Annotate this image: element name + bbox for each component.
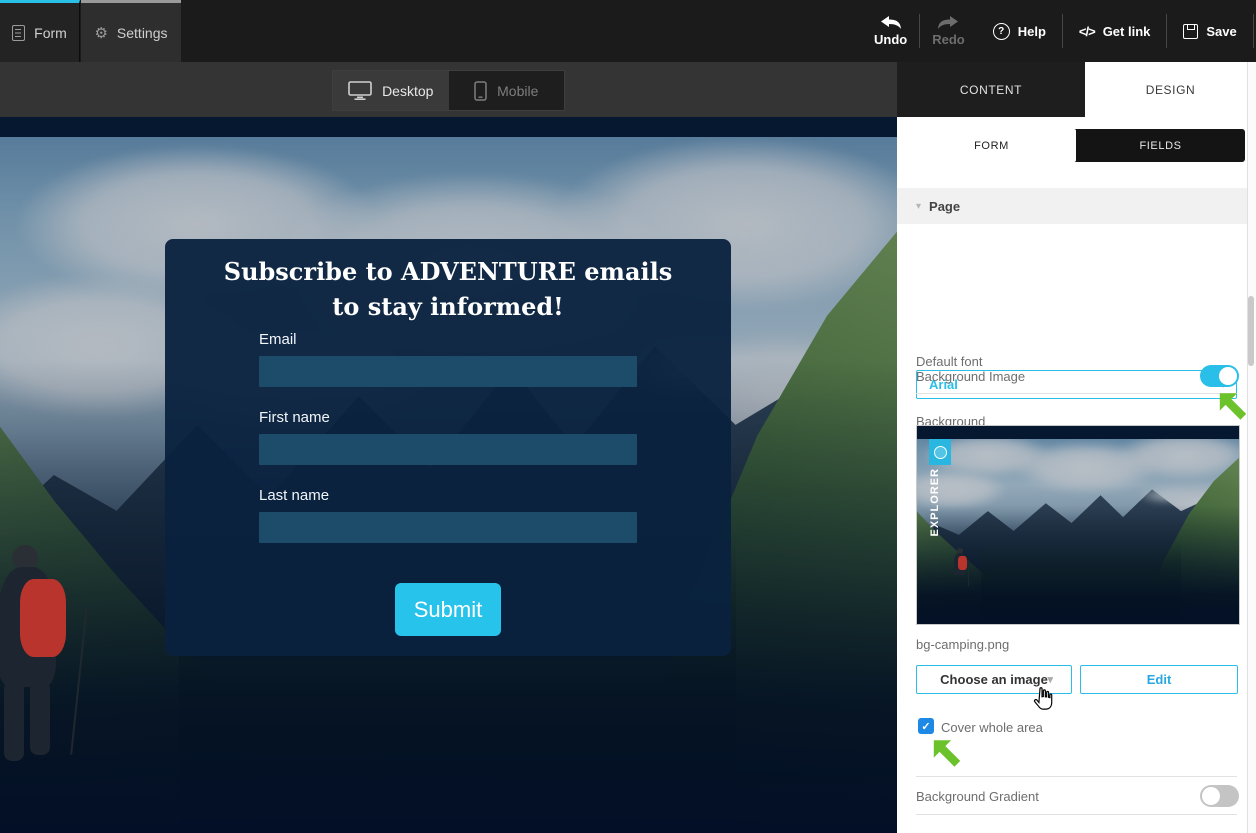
save-icon xyxy=(1183,24,1198,39)
cover-whole-area-checkbox[interactable]: ✓ xyxy=(918,718,934,734)
subscribe-form-card: Subscribe to ADVENTURE emails to stay in… xyxy=(165,239,731,656)
background-image-toggle[interactable] xyxy=(1200,365,1239,387)
mobile-label: Mobile xyxy=(497,83,538,99)
gear-icon: ⚙ xyxy=(94,24,107,42)
hiker-figure xyxy=(0,545,94,765)
save-label: Save xyxy=(1206,24,1236,39)
divider xyxy=(916,776,1237,777)
save-button[interactable]: Save xyxy=(1167,24,1252,39)
redo-icon xyxy=(937,15,959,29)
choose-image-label: Choose an image xyxy=(940,672,1048,687)
edit-image-button[interactable]: Edit xyxy=(1080,665,1238,694)
toggle-knob xyxy=(1219,367,1237,385)
form-title: Subscribe to ADVENTURE emails to stay in… xyxy=(208,255,688,325)
design-panel: FORM FIELDS ▾ Page Default font Arial ▾ … xyxy=(897,117,1256,833)
default-font-label: Default font xyxy=(916,354,983,369)
toggle-knob xyxy=(1202,787,1220,805)
background-image-filename: bg-camping.png xyxy=(916,637,1009,652)
last-name-label: Last name xyxy=(259,487,637,504)
panel-tabs: CONTENT DESIGN xyxy=(897,62,1256,117)
tab-settings-label: Settings xyxy=(117,25,168,41)
get-link-button[interactable]: </> Get link xyxy=(1063,24,1166,39)
tab-content[interactable]: CONTENT xyxy=(897,62,1085,117)
redo-label: Redo xyxy=(932,32,965,47)
tab-settings[interactable]: ⚙ Settings xyxy=(81,0,181,62)
annotation-arrow-checkbox xyxy=(930,737,964,770)
tab-design-label: DESIGN xyxy=(1146,83,1196,97)
undo-icon xyxy=(880,15,902,29)
background-image-label: Background Image xyxy=(916,369,1025,384)
tab-design[interactable]: DESIGN xyxy=(1085,62,1256,117)
background-gradient-toggle[interactable] xyxy=(1200,785,1239,807)
redo-button[interactable]: Redo xyxy=(920,15,977,47)
chevron-down-icon: ▾ xyxy=(1047,673,1063,686)
submit-button[interactable]: Submit xyxy=(395,583,501,636)
thumb-top-band xyxy=(917,426,1239,439)
desktop-toggle[interactable]: Desktop xyxy=(333,71,449,110)
help-button[interactable]: ? Help xyxy=(977,23,1062,40)
form-preview-canvas: Subscribe to ADVENTURE emails to stay in… xyxy=(0,117,897,833)
help-label: Help xyxy=(1018,24,1046,39)
last-name-input[interactable] xyxy=(259,512,637,543)
first-name-label: First name xyxy=(259,409,637,426)
check-icon: ✓ xyxy=(921,720,930,733)
edit-image-label: Edit xyxy=(1147,672,1172,687)
divider xyxy=(916,814,1237,815)
undo-label: Undo xyxy=(874,32,907,47)
explorer-logo-icon xyxy=(929,439,951,465)
explorer-overlay-text: EXPLORER xyxy=(929,468,941,537)
collapse-arrow-icon: ▾ xyxy=(916,201,921,212)
form-fields-switch: FORM FIELDS xyxy=(907,129,1245,162)
subtab-fields[interactable]: FIELDS xyxy=(1076,129,1245,162)
mobile-toggle[interactable]: Mobile xyxy=(449,71,565,110)
form-document-icon xyxy=(12,25,25,41)
background-image-thumbnail[interactable]: EXPLORER xyxy=(916,425,1240,625)
toolbar-actions: Undo Redo ? Help </> Get link Save xyxy=(862,0,1256,62)
form-builder-app: Form ⚙ Settings Undo Redo ? Help </> G xyxy=(0,0,1256,833)
annotation-arrow-toggle xyxy=(1216,390,1250,423)
page-section-label: Page xyxy=(929,199,960,214)
tab-form-label: Form xyxy=(34,25,67,41)
device-toggle: Desktop Mobile xyxy=(332,70,565,111)
email-label: Email xyxy=(259,331,637,348)
divider xyxy=(916,393,1237,394)
mouse-cursor-hand xyxy=(1030,686,1056,714)
canvas-toolbar: Desktop Mobile xyxy=(0,62,897,117)
page-section-header[interactable]: ▾ Page xyxy=(897,188,1247,224)
monitor-icon xyxy=(348,81,372,100)
help-icon: ? xyxy=(993,23,1010,40)
phone-icon xyxy=(474,81,487,101)
desktop-label: Desktop xyxy=(382,83,433,99)
email-input[interactable] xyxy=(259,356,637,387)
hiker-figure xyxy=(953,548,969,588)
first-name-input[interactable] xyxy=(259,434,637,465)
thumbnail-scene xyxy=(917,426,1239,624)
code-icon: </> xyxy=(1079,24,1095,39)
get-link-label: Get link xyxy=(1103,24,1151,39)
undo-button[interactable]: Undo xyxy=(862,15,919,47)
subtab-form[interactable]: FORM xyxy=(907,129,1076,162)
subtab-fields-label: FIELDS xyxy=(1139,140,1181,152)
page-top-band xyxy=(0,117,897,137)
panel-scrollbar[interactable] xyxy=(1247,62,1256,833)
cover-whole-area-label: Cover whole area xyxy=(941,720,1043,735)
top-toolbar: Form ⚙ Settings Undo Redo ? Help </> G xyxy=(0,0,1256,62)
scrollbar-thumb[interactable] xyxy=(1248,296,1254,366)
tab-content-label: CONTENT xyxy=(960,83,1022,97)
background-gradient-label: Background Gradient xyxy=(916,789,1039,804)
subtab-form-label: FORM xyxy=(974,140,1009,152)
tab-form[interactable]: Form xyxy=(0,0,80,62)
